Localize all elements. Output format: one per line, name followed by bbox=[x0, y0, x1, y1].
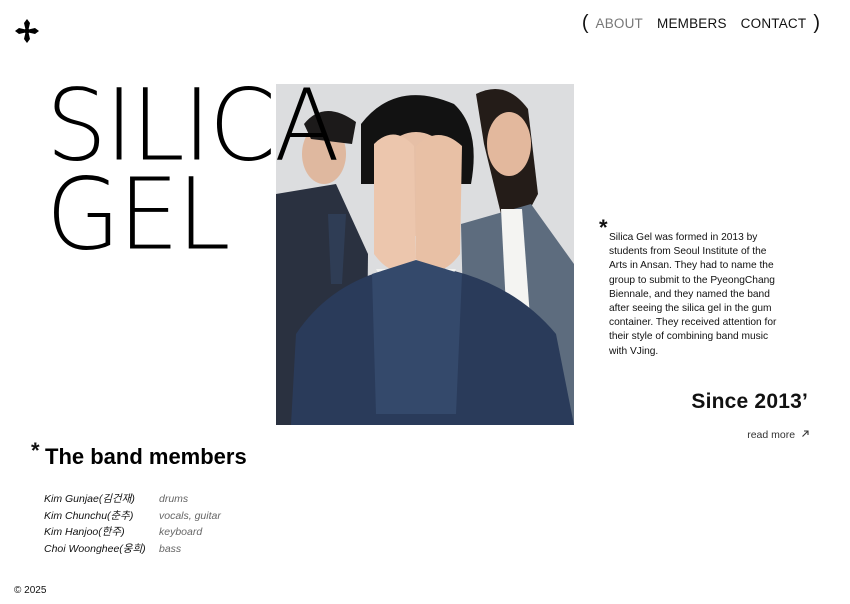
hero-title: SILICA GEL bbox=[46, 76, 340, 263]
member-name: Kim Chunchu(춘추) bbox=[44, 509, 134, 522]
read-more-link[interactable]: read more bbox=[747, 429, 810, 441]
member-role: drums bbox=[159, 493, 189, 505]
member-name: Choi Woonghee(웅희) bbox=[44, 542, 146, 555]
read-more-label: read more bbox=[747, 429, 796, 441]
arrow-up-right-icon bbox=[802, 430, 809, 437]
nav-open-paren: ( bbox=[581, 12, 589, 34]
logo[interactable] bbox=[14, 18, 40, 44]
member-role: keyboard bbox=[159, 526, 203, 538]
members-asterisk: * bbox=[31, 438, 40, 463]
nav-item-members[interactable]: MEMBERS bbox=[657, 16, 727, 31]
member-row: Choi Woonghee(웅희) bass bbox=[44, 541, 221, 558]
main-nav: ( ABOUT MEMBERS CONTACT ) bbox=[582, 12, 820, 35]
nav-close-paren: ) bbox=[813, 12, 820, 34]
cross-pattee-icon bbox=[15, 19, 39, 43]
member-row: Kim Gunjae(김건재) drums bbox=[44, 491, 221, 508]
about-text: Silica Gel was formed in 2013 by student… bbox=[609, 232, 777, 357]
footer-copyright: © 2025 bbox=[14, 585, 47, 596]
member-name: Kim Gunjae(김건재) bbox=[44, 493, 135, 505]
nav-item-contact[interactable]: CONTACT bbox=[741, 16, 807, 31]
about-asterisk: * bbox=[599, 215, 608, 240]
member-row: Kim Chunchu(춘추) vocals, guitar bbox=[44, 508, 221, 525]
member-name: Kim Hanjoo(한주) bbox=[44, 526, 125, 538]
member-role: bass bbox=[159, 542, 182, 555]
members-list: Kim Gunjae(김건재) drums Kim Chunchu(춘추) vo… bbox=[44, 491, 221, 557]
member-role: vocals, guitar bbox=[159, 509, 221, 522]
since-heading: Since 2013’ bbox=[691, 390, 808, 413]
nav-item-about[interactable]: ABOUT bbox=[595, 16, 643, 31]
member-row: Kim Hanjoo(한주) keyboard bbox=[44, 524, 221, 541]
members-title: The band members bbox=[45, 444, 247, 469]
